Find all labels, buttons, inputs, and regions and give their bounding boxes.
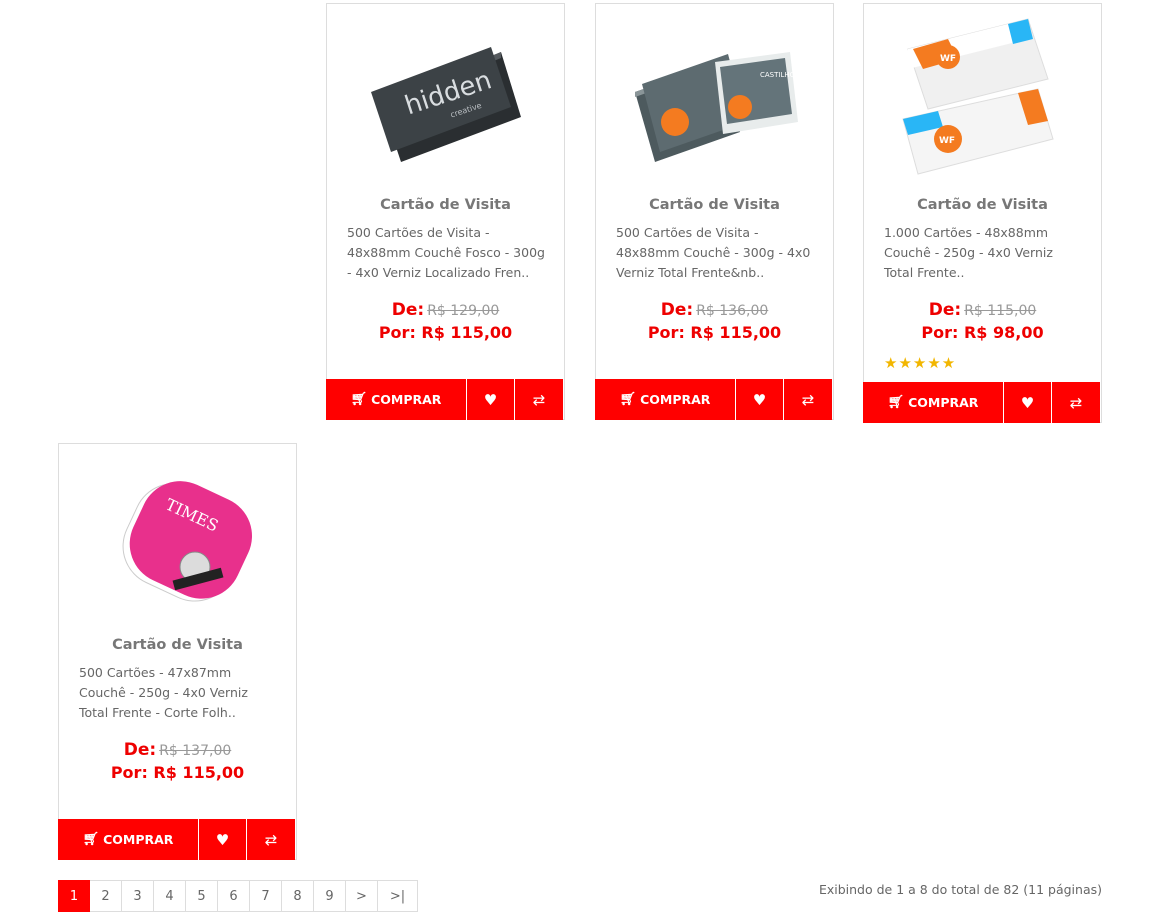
cart-icon: 🛒︎: [350, 392, 368, 407]
business-card-image: WF WF: [901, 18, 1054, 175]
next-page-link[interactable]: >: [346, 880, 378, 912]
page-link-9[interactable]: 9: [314, 880, 346, 912]
new-price: Por: R$ 115,00: [110, 763, 245, 782]
product-description: 500 Cartões de Visita - 48x88mm Couchê F…: [347, 225, 545, 280]
compare-icon: ⇄: [532, 390, 546, 409]
product-card: CASTILHO Cartão de Visita 500 Cartões de…: [595, 3, 834, 420]
wishlist-button[interactable]: ♥: [736, 379, 784, 420]
business-card-image: hidden creative: [370, 46, 521, 162]
new-price: Por: R$ 115,00: [647, 323, 782, 342]
results-summary: Exibindo de 1 a 8 do total de 82 (11 pág…: [818, 882, 1102, 897]
compare-icon: ⇄: [1069, 393, 1083, 412]
page-link-5[interactable]: 5: [186, 880, 218, 912]
buy-button[interactable]: 🛒︎ COMPRAR: [58, 819, 199, 860]
compare-icon: ⇄: [264, 830, 278, 849]
page-link-4[interactable]: 4: [154, 880, 186, 912]
heart-icon: ♥: [1020, 393, 1035, 412]
cart-icon: 🛒︎: [887, 395, 905, 410]
pagination: 1 2 3 4 5 6 7 8 9 > >|: [58, 880, 418, 912]
old-price-label: De:: [928, 300, 962, 320]
compare-button[interactable]: ⇄: [515, 379, 563, 420]
product-description: 1.000 Cartões - 48x88mm Couchê - 250g - …: [884, 225, 1053, 280]
svg-text:WF: WF: [940, 54, 956, 64]
product-card: hidden creative Cartão de Visita 500 Car…: [326, 3, 565, 420]
product-title[interactable]: Cartão de Visita: [59, 637, 296, 653]
product-description: 500 Cartões - 47x87mm Couchê - 250g - 4x…: [79, 665, 248, 720]
svg-text:WF: WF: [939, 136, 955, 146]
buy-button-label: COMPRAR: [371, 392, 442, 407]
star-rating: ★★★★★: [884, 354, 957, 372]
heart-icon: ♥: [483, 390, 498, 409]
product-image[interactable]: CASTILHO: [596, 4, 833, 189]
product-title[interactable]: Cartão de Visita: [596, 197, 833, 213]
old-price: R$ 137,00: [159, 743, 232, 759]
old-price: R$ 136,00: [696, 303, 769, 319]
compare-button[interactable]: ⇄: [247, 819, 295, 860]
buy-button-label: COMPRAR: [640, 392, 711, 407]
compare-button[interactable]: ⇄: [1052, 382, 1100, 423]
product-price: De: R$ 137,00 Por: R$ 115,00: [59, 739, 296, 783]
buy-button-label: COMPRAR: [103, 832, 174, 847]
buy-button-label: COMPRAR: [908, 395, 979, 410]
buy-button[interactable]: 🛒︎ COMPRAR: [595, 379, 736, 420]
heart-icon: ♥: [215, 830, 230, 849]
wishlist-button[interactable]: ♥: [1004, 382, 1052, 423]
product-card: WF WF Cartão de Visita 1.000 Cartões - 4…: [863, 3, 1102, 423]
product-actions: 🛒︎ COMPRAR ♥ ⇄: [58, 819, 297, 860]
wishlist-button[interactable]: ♥: [199, 819, 247, 860]
page-link-1[interactable]: 1: [58, 880, 90, 912]
product-card: TIMES Cartão de Visita 500 Cartões - 47x…: [58, 443, 297, 860]
product-title[interactable]: Cartão de Visita: [327, 197, 564, 213]
svg-text:CASTILHO: CASTILHO: [760, 71, 796, 79]
buy-button[interactable]: 🛒︎ COMPRAR: [326, 379, 467, 420]
heart-icon: ♥: [752, 390, 767, 409]
new-price: Por: R$ 98,00: [921, 323, 1044, 342]
cart-icon: 🛒︎: [82, 832, 100, 847]
compare-button[interactable]: ⇄: [784, 379, 832, 420]
product-actions: 🛒︎ COMPRAR ♥ ⇄: [863, 382, 1102, 423]
buy-button[interactable]: 🛒︎ COMPRAR: [863, 382, 1004, 423]
last-page-link[interactable]: >|: [378, 880, 418, 912]
old-price: R$ 115,00: [964, 303, 1037, 319]
product-price: De: R$ 136,00 Por: R$ 115,00: [596, 299, 833, 343]
business-card-image: TIMES: [122, 481, 252, 602]
product-price: De: R$ 129,00 Por: R$ 115,00: [327, 299, 564, 343]
product-image[interactable]: hidden creative: [327, 4, 564, 189]
page-link-6[interactable]: 6: [218, 880, 250, 912]
compare-icon: ⇄: [801, 390, 815, 409]
business-card-image: CASTILHO: [634, 51, 798, 162]
product-description: 500 Cartões de Visita - 48x88mm Couchê -…: [616, 225, 811, 280]
product-image[interactable]: WF WF: [864, 4, 1101, 189]
old-price-label: De:: [123, 740, 157, 760]
product-image[interactable]: TIMES: [59, 444, 296, 629]
page-link-3[interactable]: 3: [122, 880, 154, 912]
page-link-8[interactable]: 8: [282, 880, 314, 912]
product-actions: 🛒︎ COMPRAR ♥ ⇄: [595, 379, 834, 420]
new-price: Por: R$ 115,00: [378, 323, 513, 342]
cart-icon: 🛒︎: [619, 392, 637, 407]
page-link-7[interactable]: 7: [250, 880, 282, 912]
product-actions: 🛒︎ COMPRAR ♥ ⇄: [326, 379, 565, 420]
wishlist-button[interactable]: ♥: [467, 379, 515, 420]
old-price: R$ 129,00: [427, 303, 500, 319]
product-title[interactable]: Cartão de Visita: [864, 197, 1101, 213]
old-price-label: De:: [660, 300, 694, 320]
old-price-label: De:: [391, 300, 425, 320]
page-link-2[interactable]: 2: [90, 880, 122, 912]
product-price: De: R$ 115,00 Por: R$ 98,00: [864, 299, 1101, 343]
